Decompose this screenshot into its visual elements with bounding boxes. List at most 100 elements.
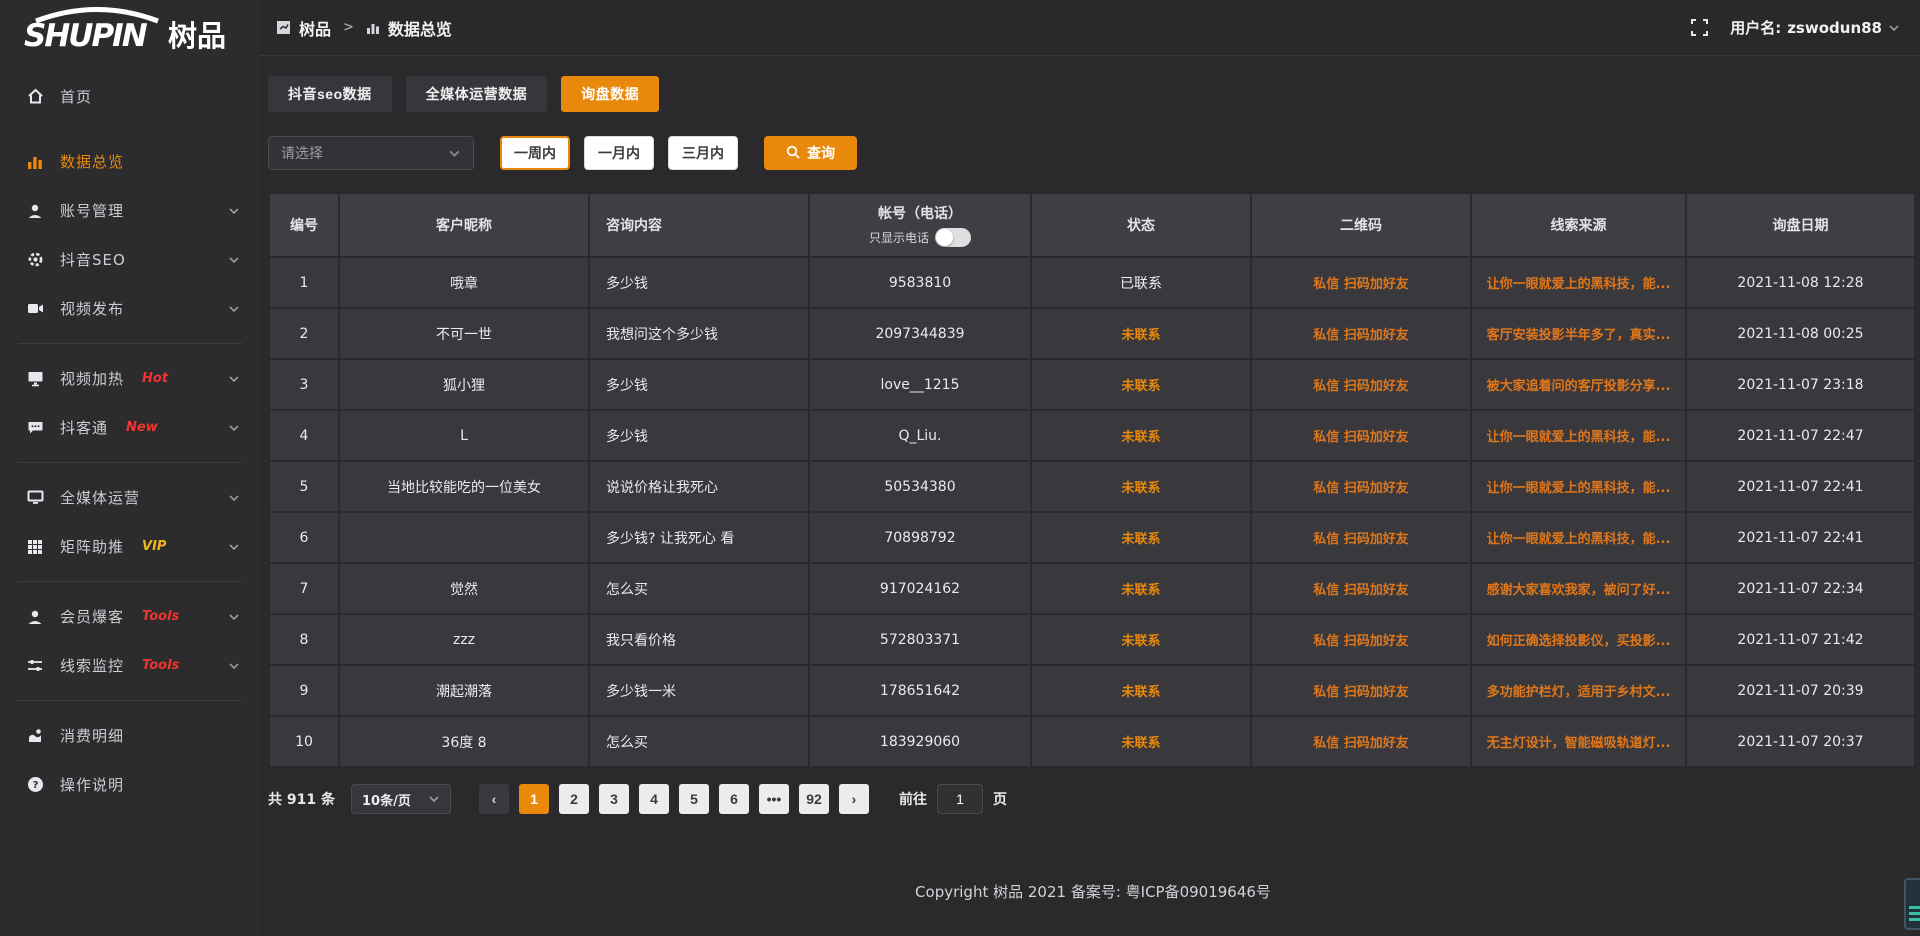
qrcode-link[interactable]: 私信 扫码加好友 bbox=[1313, 685, 1409, 700]
sidebar-item-label: 首页 bbox=[60, 86, 92, 107]
col-header-account: 帐号（电话） 只显示电话 bbox=[809, 193, 1031, 257]
sidebar-item-video-publish[interactable]: 视频发布 bbox=[0, 284, 260, 333]
page-button[interactable]: 5 bbox=[679, 784, 709, 814]
goto-suffix: 页 bbox=[993, 789, 1007, 809]
lead-source-link[interactable]: 被大家追着问的客厅投影分享... bbox=[1487, 379, 1671, 394]
dashboard-icon bbox=[276, 20, 291, 35]
filter-select[interactable]: 请选择 bbox=[268, 136, 474, 170]
page-size-select[interactable]: 10条/页 bbox=[351, 784, 451, 814]
page-button[interactable]: 3 bbox=[599, 784, 629, 814]
total-count: 共 911 条 bbox=[268, 789, 335, 809]
tab-douyin-seo-data[interactable]: 抖音seo数据 bbox=[268, 76, 392, 112]
col-header-content: 咨询内容 bbox=[589, 193, 809, 257]
sidebar-item-video-heating[interactable]: 视频加热 Hot bbox=[0, 354, 260, 403]
sidebar-item-lead-monitoring[interactable]: 线索监控 Tools bbox=[0, 641, 260, 690]
qrcode-link[interactable]: 私信 扫码加好友 bbox=[1313, 277, 1409, 292]
next-page-button[interactable]: › bbox=[839, 784, 869, 814]
sidebar-item-home[interactable]: 首页 bbox=[0, 72, 260, 121]
period-month-button[interactable]: 一月内 bbox=[584, 136, 654, 170]
sidebar-item-consumption-details[interactable]: 消费明细 bbox=[0, 711, 260, 760]
sidebar-item-label: 消费明细 bbox=[60, 725, 124, 746]
page-button[interactable]: 4 bbox=[639, 784, 669, 814]
lead-source-link[interactable]: 让你一眼就爱上的黑科技，能... bbox=[1487, 532, 1671, 547]
prev-page-button[interactable]: ‹ bbox=[479, 784, 509, 814]
username-label: 用户名: bbox=[1730, 17, 1781, 38]
sidebar-item-account-management[interactable]: 账号管理 bbox=[0, 186, 260, 235]
qrcode-link[interactable]: 私信 扫码加好友 bbox=[1313, 583, 1409, 598]
cell-content: 多少钱 bbox=[589, 257, 809, 308]
lead-source-link[interactable]: 让你一眼就爱上的黑科技，能... bbox=[1487, 277, 1671, 292]
cell-date: 2021-11-07 22:34 bbox=[1686, 563, 1915, 614]
goto-page: 前往 页 bbox=[899, 784, 1007, 814]
cell-nickname: zzz bbox=[339, 614, 589, 665]
cell-content: 怎么买 bbox=[589, 563, 809, 614]
sidebar-item-label: 视频发布 bbox=[60, 298, 124, 319]
floating-widget-thumbnail[interactable] bbox=[1904, 878, 1920, 930]
chevron-down-icon bbox=[228, 541, 240, 553]
cell-content: 多少钱一米 bbox=[589, 665, 809, 716]
table-row: 4 L 多少钱 Q_Liu. 未联系 私信 扫码加好友 让你一眼就爱上的黑科技，… bbox=[269, 410, 1915, 461]
qrcode-link[interactable]: 私信 扫码加好友 bbox=[1313, 634, 1409, 649]
qrcode-link[interactable]: 私信 扫码加好友 bbox=[1313, 532, 1409, 547]
sidebar-item-douketong[interactable]: 抖客通 New bbox=[0, 403, 260, 452]
tab-omnimedia-data[interactable]: 全媒体运营数据 bbox=[406, 76, 548, 112]
cell-content: 多少钱? 让我死心 看 bbox=[589, 512, 809, 563]
table-row: 1 哦章 多少钱 9583810 已联系 私信 扫码加好友 让你一眼就爱上的黑科… bbox=[269, 257, 1915, 308]
period-quarter-button[interactable]: 三月内 bbox=[668, 136, 738, 170]
col-header-source: 线索来源 bbox=[1471, 193, 1686, 257]
app-root: SHUPIN 树品 首页 数据总览 账号管理 bbox=[0, 0, 1920, 936]
lead-source-link[interactable]: 如何正确选择投影仪，买投影... bbox=[1487, 634, 1671, 649]
sidebar-item-data-overview[interactable]: 数据总览 bbox=[0, 137, 260, 186]
qrcode-link[interactable]: 私信 扫码加好友 bbox=[1313, 736, 1409, 751]
cell-account: 2097344839 bbox=[809, 308, 1031, 359]
fullscreen-icon[interactable] bbox=[1691, 19, 1708, 36]
lead-source-link[interactable]: 让你一眼就爱上的黑科技，能... bbox=[1487, 481, 1671, 496]
lead-source-link[interactable]: 让你一眼就爱上的黑科技，能... bbox=[1487, 430, 1671, 445]
sidebar-item-instructions[interactable]: ? 操作说明 bbox=[0, 760, 260, 809]
username-value: zswodun88 bbox=[1787, 19, 1882, 37]
goto-page-input[interactable] bbox=[937, 784, 983, 814]
sidebar-item-member-leads[interactable]: 会员爆客 Tools bbox=[0, 592, 260, 641]
page-button[interactable]: 1 bbox=[519, 784, 549, 814]
page-button[interactable]: 92 bbox=[799, 784, 829, 814]
page-button[interactable]: 2 bbox=[559, 784, 589, 814]
page-button[interactable]: ••• bbox=[759, 784, 789, 814]
status-badge: 未联系 bbox=[1121, 634, 1160, 649]
user-menu[interactable]: 用户名: zswodun88 bbox=[1730, 17, 1900, 38]
lead-source-link[interactable]: 无主灯设计，智能磁吸轨道灯... bbox=[1487, 736, 1671, 751]
cell-no: 9 bbox=[269, 665, 339, 716]
question-circle-icon: ? bbox=[26, 776, 44, 794]
app-logo: SHUPIN 树品 bbox=[0, 0, 260, 58]
chevron-down-icon bbox=[1888, 22, 1900, 34]
home-icon bbox=[26, 88, 44, 106]
search-button[interactable]: 查询 bbox=[764, 136, 857, 170]
breadcrumb-item-home[interactable]: 树品 bbox=[299, 16, 331, 40]
lead-source-link[interactable]: 客厅安装投影半年多了，真实... bbox=[1487, 328, 1671, 343]
qrcode-link[interactable]: 私信 扫码加好友 bbox=[1313, 328, 1409, 343]
qrcode-link[interactable]: 私信 扫码加好友 bbox=[1313, 430, 1409, 445]
sidebar-item-douyin-seo[interactable]: 抖音SEO bbox=[0, 235, 260, 284]
select-placeholder: 请选择 bbox=[281, 143, 323, 163]
lead-source-link[interactable]: 多功能护栏灯，适用于乡村文... bbox=[1487, 685, 1671, 700]
lead-source-link[interactable]: 感谢大家喜欢我家，被问了好... bbox=[1487, 583, 1671, 598]
chevron-down-icon bbox=[228, 660, 240, 672]
period-week-button[interactable]: 一周内 bbox=[500, 136, 570, 170]
inquiry-table: 编号 客户昵称 咨询内容 帐号（电话） 只显示电话 bbox=[268, 192, 1916, 768]
tab-inquiry-data[interactable]: 询盘数据 bbox=[561, 76, 659, 112]
chevron-down-icon bbox=[448, 147, 461, 160]
cell-no: 7 bbox=[269, 563, 339, 614]
page-button[interactable]: 6 bbox=[719, 784, 749, 814]
qrcode-link[interactable]: 私信 扫码加好友 bbox=[1313, 379, 1409, 394]
table-row: 3 狐小狸 多少钱 love__1215 未联系 私信 扫码加好友 被大家追着问… bbox=[269, 359, 1915, 410]
sidebar-item-matrix-boost[interactable]: 矩阵助推 VIP bbox=[0, 522, 260, 571]
phone-only-toggle[interactable] bbox=[935, 228, 971, 247]
sidebar-item-label: 抖音SEO bbox=[60, 249, 126, 270]
col-header-date: 询盘日期 bbox=[1686, 193, 1915, 257]
col-header-account-label: 帐号（电话） bbox=[878, 203, 962, 223]
user-icon bbox=[26, 202, 44, 220]
cell-date: 2021-11-07 23:18 bbox=[1686, 359, 1915, 410]
monitor-icon bbox=[26, 489, 44, 507]
qrcode-link[interactable]: 私信 扫码加好友 bbox=[1313, 481, 1409, 496]
sidebar-item-omnimedia-operation[interactable]: 全媒体运营 bbox=[0, 473, 260, 522]
receipt-icon bbox=[26, 727, 44, 745]
